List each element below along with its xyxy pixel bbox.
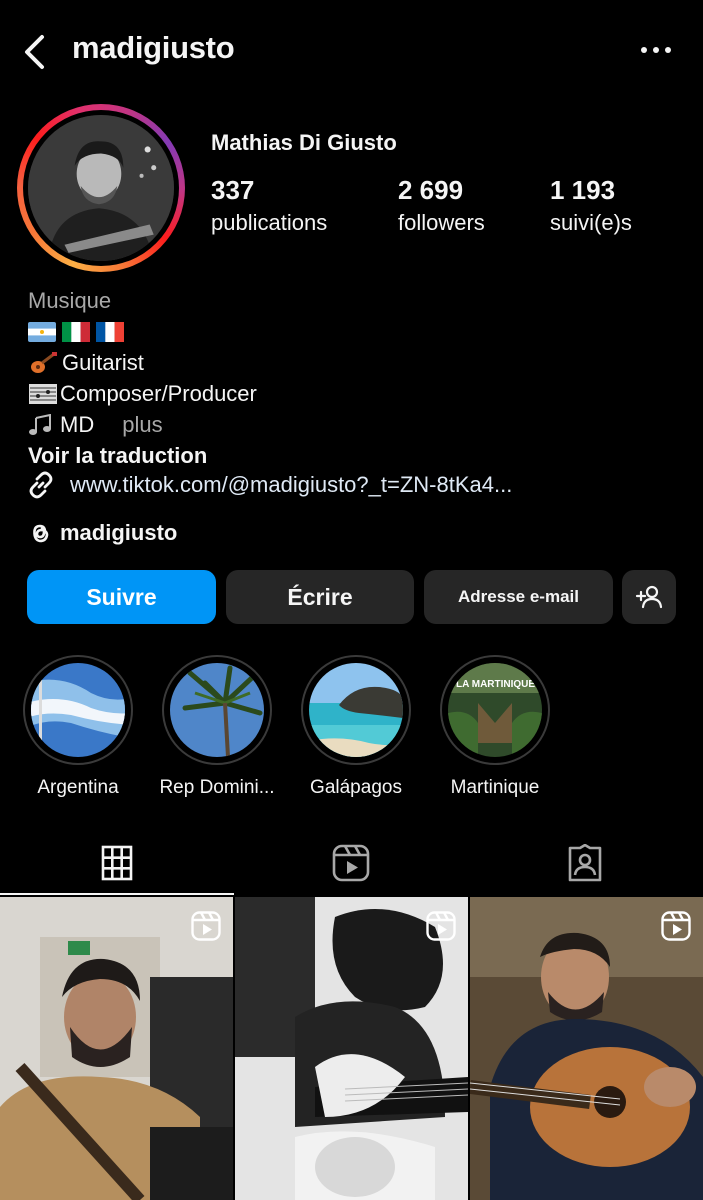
page-title: madigiusto	[72, 30, 235, 65]
tagged-icon	[568, 844, 602, 882]
reel-icon	[661, 911, 691, 941]
tab-reels[interactable]	[234, 830, 468, 896]
musical-notes-icon	[29, 413, 51, 435]
grid-icon	[101, 845, 133, 881]
argentina-flag-icon	[28, 321, 56, 342]
stat-followers-label: followers	[398, 210, 485, 235]
bio-flags	[28, 316, 257, 347]
avatar-image	[28, 115, 174, 261]
tab-posts[interactable]	[0, 830, 234, 896]
bio-line-guitarist: Guitarist	[28, 347, 257, 378]
external-link-text: www.tiktok.com/@madigiusto?_t=ZN-8tKa4..…	[70, 472, 513, 497]
posts-grid	[0, 897, 703, 1200]
chevron-left-icon[interactable]	[18, 32, 54, 72]
link-icon	[29, 471, 53, 499]
highlight-martinique[interactable]: LA MARTINIQUE Martinique	[435, 655, 555, 799]
add-person-icon	[635, 585, 663, 609]
highlight-label: Martinique	[450, 777, 540, 798]
highlight-photo-text: LA MARTINIQUE	[456, 679, 535, 690]
post-thumbnail[interactable]	[0, 897, 233, 1200]
post-thumbnail[interactable]	[235, 897, 468, 1200]
highlight-galapagos[interactable]: Galápagos	[296, 655, 416, 799]
avatar[interactable]	[17, 104, 185, 272]
reel-icon	[426, 911, 456, 941]
highlight-label: Galápagos	[310, 777, 402, 798]
external-link[interactable]: www.tiktok.com/@madigiusto?_t=ZN-8tKa4..…	[26, 470, 512, 500]
stat-following-value: 1 193	[550, 175, 616, 205]
stat-posts-value: 337	[211, 175, 255, 205]
tab-tagged[interactable]	[468, 830, 702, 896]
musical-score-icon	[29, 383, 57, 404]
threads-badge[interactable]: madigiusto	[28, 520, 177, 546]
stat-posts-label: publications	[211, 210, 328, 235]
post-thumbnail[interactable]	[470, 897, 703, 1200]
highlight-rep-dominicana[interactable]: Rep Domini...	[157, 655, 277, 799]
france-flag-icon	[96, 321, 124, 342]
see-translation-link[interactable]: Voir la traduction	[28, 440, 257, 471]
reels-icon	[332, 844, 370, 882]
bio: Musique Guitarist Composer/Producer MD p…	[28, 285, 257, 471]
bio-line-md: MD plus	[28, 409, 257, 440]
guitar-icon	[31, 351, 57, 373]
highlight-label: Rep Domini...	[159, 777, 275, 798]
more-horizontal-icon[interactable]	[639, 40, 673, 60]
profile-tabs	[0, 830, 703, 896]
post-image	[0, 897, 233, 1200]
threads-handle: madigiusto	[60, 520, 178, 545]
stat-followers-value: 2 699	[398, 175, 464, 205]
stat-followers[interactable]: 2 699 followers	[398, 175, 485, 236]
bio-category: Musique	[28, 288, 112, 313]
italy-flag-icon	[62, 321, 90, 342]
bio-more-link[interactable]: plus	[122, 409, 162, 440]
active-tab-indicator	[0, 893, 234, 895]
email-button[interactable]: Adresse e-mail	[424, 570, 613, 624]
highlight-image	[170, 663, 264, 757]
reel-icon	[191, 911, 221, 941]
post-image	[470, 897, 703, 1200]
profile-header: madigiusto	[0, 0, 703, 100]
stat-following[interactable]: 1 193 suivi(e)s	[550, 175, 632, 236]
highlight-image	[31, 663, 125, 757]
display-name: Mathias Di Giusto	[211, 130, 397, 155]
stat-posts[interactable]: 337 publications	[211, 175, 327, 236]
follow-button[interactable]: Suivre	[27, 570, 216, 624]
suggest-people-button[interactable]	[622, 570, 676, 624]
highlight-argentina[interactable]: Argentina	[18, 655, 138, 799]
stat-following-label: suivi(e)s	[550, 210, 632, 235]
highlight-image: LA MARTINIQUE	[448, 663, 542, 757]
highlight-label: Argentina	[37, 777, 119, 798]
message-button[interactable]: Écrire	[226, 570, 414, 624]
post-image	[235, 897, 468, 1200]
bio-line-text: Composer/Producer	[60, 381, 257, 406]
highlight-image	[309, 663, 403, 757]
threads-icon	[33, 524, 49, 543]
bio-line-text: Guitarist	[62, 350, 144, 375]
bio-line-composer: Composer/Producer	[28, 378, 257, 409]
bio-line-text: MD	[60, 412, 95, 437]
